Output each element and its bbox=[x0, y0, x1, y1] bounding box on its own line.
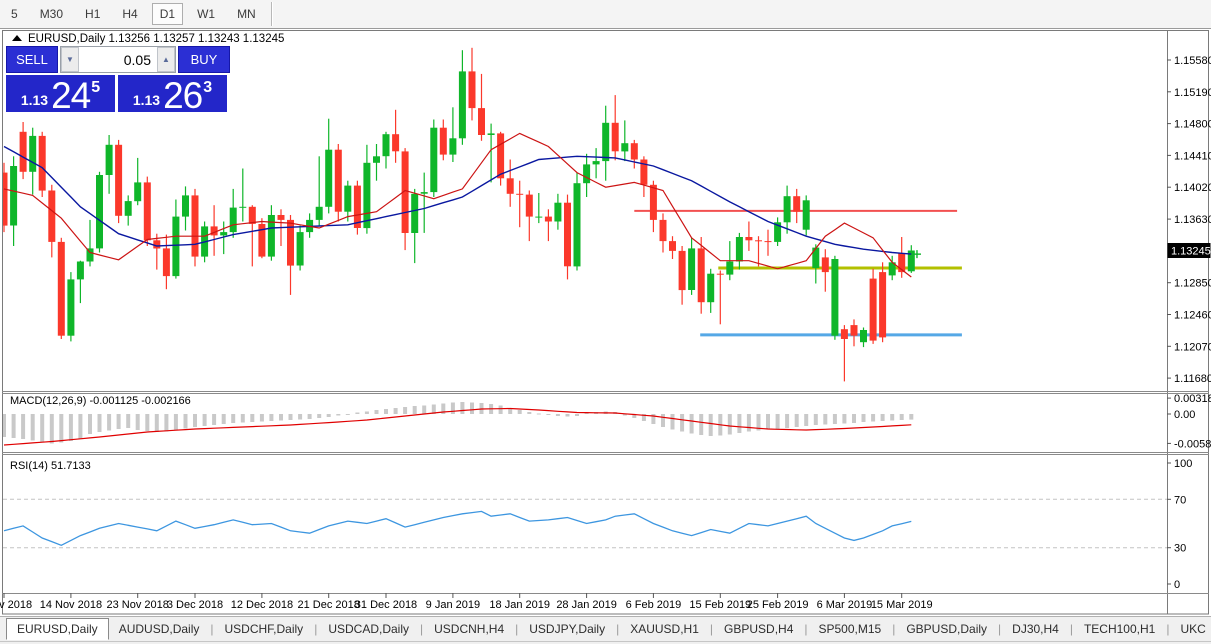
chart-tab-audusd-daily[interactable]: AUDUSD,Daily bbox=[109, 619, 210, 639]
svg-text:0.00: 0.00 bbox=[1174, 409, 1195, 421]
svg-text:3 Dec 2018: 3 Dec 2018 bbox=[167, 599, 223, 611]
svg-text:1.15580: 1.15580 bbox=[1174, 55, 1211, 67]
chart-tab-usdcad-daily[interactable]: USDCAD,Daily bbox=[318, 619, 419, 639]
svg-text:1.15190: 1.15190 bbox=[1174, 87, 1211, 99]
buy-price-pip: 3 bbox=[203, 79, 212, 97]
volume-spinner: ▼ ▲ bbox=[60, 46, 176, 73]
chart-tab-gbpusd-daily[interactable]: GBPUSD,Daily bbox=[896, 619, 997, 639]
timeframe-toolbar: 5 M30 H1 H4 D1 W1 MN bbox=[0, 0, 1211, 29]
chart-tab-ukc[interactable]: UKC bbox=[1170, 619, 1211, 639]
svg-text:14 Nov 2018: 14 Nov 2018 bbox=[40, 599, 102, 611]
timeframe-button-mn[interactable]: MN bbox=[229, 3, 264, 25]
svg-text:1.12070: 1.12070 bbox=[1174, 341, 1211, 353]
svg-text:1.14020: 1.14020 bbox=[1174, 182, 1211, 194]
trade-controls-row: SELL ▼ ▲ BUY bbox=[6, 46, 230, 73]
chart-title: EURUSD,Daily 1.13256 1.13257 1.13243 1.1… bbox=[28, 33, 284, 45]
svg-text:25 Feb 2019: 25 Feb 2019 bbox=[747, 599, 809, 611]
svg-text:1.13245: 1.13245 bbox=[1171, 246, 1211, 258]
trade-prices-row: 1.13 24 5 1.13 26 3 bbox=[6, 75, 230, 112]
timeframe-button-h4[interactable]: H4 bbox=[114, 3, 145, 25]
svg-text:5 Nov 2018: 5 Nov 2018 bbox=[0, 599, 32, 611]
svg-text:70: 70 bbox=[1174, 494, 1186, 506]
buy-price-display[interactable]: 1.13 26 3 bbox=[118, 75, 227, 112]
chart-tab-usdcnh-h4[interactable]: USDCNH,H4 bbox=[424, 619, 514, 639]
volume-increase-button[interactable]: ▲ bbox=[157, 47, 175, 72]
chart-tab-xauusd-h1[interactable]: XAUUSD,H1 bbox=[620, 619, 709, 639]
svg-text:1.12850: 1.12850 bbox=[1174, 278, 1211, 290]
svg-text:23 Nov 2018: 23 Nov 2018 bbox=[107, 599, 169, 611]
svg-text:6 Mar 2019: 6 Mar 2019 bbox=[817, 599, 873, 611]
macd-label: MACD(12,26,9) -0.001125 -0.002166 bbox=[10, 395, 191, 407]
sell-price-display[interactable]: 1.13 24 5 bbox=[6, 75, 115, 112]
svg-text:100: 100 bbox=[1174, 458, 1192, 470]
svg-text:15 Feb 2019: 15 Feb 2019 bbox=[689, 599, 751, 611]
svg-text:31 Dec 2018: 31 Dec 2018 bbox=[355, 599, 417, 611]
timeframe-button-h1[interactable]: H1 bbox=[77, 3, 108, 25]
trading-platform-window: 5 M30 H1 H4 D1 W1 MN EURUSD,Daily 1.13256 1.13… bbox=[0, 0, 1211, 644]
one-click-trading-panel: SELL ▼ ▲ BUY 1.13 24 5 1.13 26 3 bbox=[6, 46, 230, 112]
svg-text:-0.005889: -0.005889 bbox=[1174, 438, 1211, 450]
sell-price-big: 24 bbox=[51, 79, 90, 112]
timeframe-button-5[interactable]: 5 bbox=[3, 3, 26, 25]
svg-text:30: 30 bbox=[1174, 543, 1186, 555]
chart-tab-sp500-m15[interactable]: SP500,M15 bbox=[809, 619, 892, 639]
sell-button[interactable]: SELL bbox=[6, 46, 58, 73]
chart-tab-eurusd-daily[interactable]: EURUSD,Daily bbox=[6, 618, 109, 640]
chart-tab-tech100-h1[interactable]: TECH100,H1 bbox=[1074, 619, 1165, 639]
chart-tabs-bar: EURUSD,DailyAUDUSD,Daily|USDCHF,Daily|US… bbox=[0, 616, 1211, 641]
sell-price-prefix: 1.13 bbox=[21, 92, 48, 108]
chart-tab-dj30-h4[interactable]: DJ30,H4 bbox=[1002, 619, 1069, 639]
svg-text:1.14410: 1.14410 bbox=[1174, 150, 1211, 162]
svg-text:1.12460: 1.12460 bbox=[1174, 310, 1211, 322]
sell-price-pip: 5 bbox=[91, 79, 100, 97]
timeframe-button-w1[interactable]: W1 bbox=[189, 3, 223, 25]
timeframe-button-m30[interactable]: M30 bbox=[32, 3, 71, 25]
svg-text:0: 0 bbox=[1174, 579, 1180, 591]
volume-decrease-button[interactable]: ▼ bbox=[61, 47, 79, 72]
svg-text:21 Dec 2018: 21 Dec 2018 bbox=[298, 599, 360, 611]
chart-tab-usdjpy-daily[interactable]: USDJPY,Daily bbox=[519, 619, 615, 639]
svg-text:9 Jan 2019: 9 Jan 2019 bbox=[426, 599, 480, 611]
chart-header: EURUSD,Daily 1.13256 1.13257 1.13243 1.1… bbox=[12, 33, 284, 45]
svg-text:28 Jan 2019: 28 Jan 2019 bbox=[556, 599, 617, 611]
buy-price-big: 26 bbox=[163, 79, 202, 112]
chart-tab-usdchf-daily[interactable]: USDCHF,Daily bbox=[215, 619, 314, 639]
buy-price-prefix: 1.13 bbox=[133, 92, 160, 108]
svg-text:18 Jan 2019: 18 Jan 2019 bbox=[489, 599, 550, 611]
svg-text:1.11680: 1.11680 bbox=[1174, 373, 1211, 385]
toolbar-separator bbox=[271, 2, 273, 26]
svg-text:1.14800: 1.14800 bbox=[1174, 119, 1211, 131]
volume-input[interactable] bbox=[79, 47, 157, 72]
timeframe-button-d1[interactable]: D1 bbox=[152, 3, 183, 25]
svg-text:15 Mar 2019: 15 Mar 2019 bbox=[871, 599, 933, 611]
svg-text:0.003188: 0.003188 bbox=[1174, 393, 1211, 405]
rsi-label: RSI(14) 51.7133 bbox=[10, 460, 91, 472]
svg-text:1.13630: 1.13630 bbox=[1174, 214, 1211, 226]
chart-tab-gbpusd-h4[interactable]: GBPUSD,H4 bbox=[714, 619, 803, 639]
svg-text:12 Dec 2018: 12 Dec 2018 bbox=[231, 599, 293, 611]
svg-text:6 Feb 2019: 6 Feb 2019 bbox=[626, 599, 682, 611]
buy-button[interactable]: BUY bbox=[178, 46, 230, 73]
